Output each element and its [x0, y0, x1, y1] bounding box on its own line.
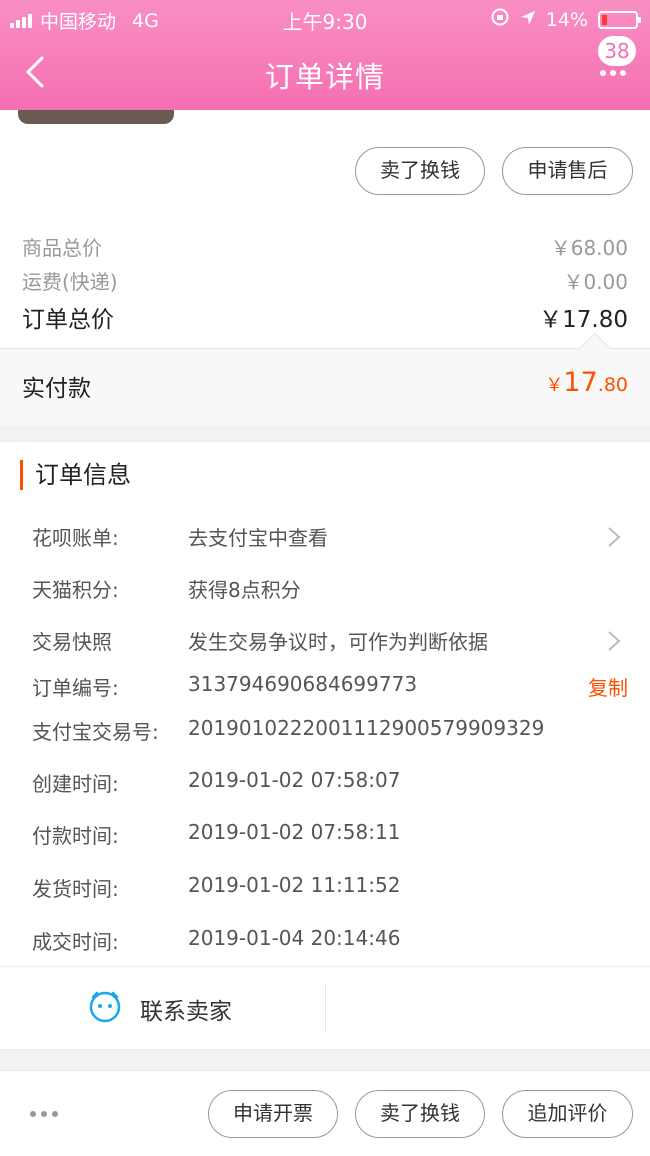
more-actions-icon[interactable] — [30, 1111, 58, 1117]
contact-seller-button[interactable]: 联系卖家 — [140, 992, 232, 1026]
info-value: 2019-01-02 07:58:11 — [188, 820, 401, 844]
info-value: 去支付宝中查看 — [188, 526, 328, 550]
shipping-row: 运费(快递) ￥0.00 — [22, 266, 628, 295]
info-value: 2019-01-02 11:11:52 — [188, 873, 401, 897]
deal-time-row: 成交时间: 2019-01-04 20:14:46 — [32, 926, 628, 956]
more-menu-button[interactable]: 38 — [596, 36, 636, 86]
info-key: 交易快照 — [32, 630, 112, 654]
chat-face-icon — [89, 991, 121, 1023]
order-total-row: 订单总价 ￥17.80 — [22, 300, 628, 334]
info-value: 2019-01-02 07:58:07 — [188, 768, 401, 792]
paid-time-row: 付款时间: 2019-01-02 07:58:11 — [32, 820, 628, 850]
info-key: 花呗账单: — [32, 526, 119, 550]
sell-for-cash-button[interactable]: 卖了换钱 — [355, 147, 485, 195]
copy-button[interactable]: 复制 — [588, 672, 628, 701]
order-number-row: 订单编号: 313794690684699773 复制 — [32, 672, 628, 702]
info-key: 发货时间: — [32, 877, 119, 901]
info-key: 付款时间: — [32, 824, 119, 848]
battery-text: 14% — [545, 8, 588, 31]
created-time-row: 创建时间: 2019-01-02 07:58:07 — [32, 768, 628, 798]
chevron-right-icon — [608, 527, 621, 547]
goods-total-row: 商品总价 ￥68.00 — [22, 232, 628, 261]
after-sale-button[interactable]: 申请售后 — [502, 147, 633, 195]
more-dots-icon — [600, 70, 626, 76]
battery-icon — [598, 10, 641, 29]
info-value: 2019-01-04 20:14:46 — [188, 926, 401, 950]
paid-amount: ￥17.80 — [545, 367, 628, 398]
add-review-button[interactable]: 追加评价 — [502, 1090, 633, 1138]
info-key: 成交时间: — [32, 930, 119, 954]
product-thumbnail[interactable] — [18, 110, 174, 124]
section-divider — [0, 1050, 650, 1070]
goods-total-value: ￥68.00 — [550, 236, 628, 260]
info-value: 发生交易争议时，可作为判断依据 — [188, 630, 488, 654]
shipping-label: 运费(快递) — [22, 270, 118, 294]
chevron-right-icon — [608, 631, 621, 651]
info-key: 天猫积分: — [32, 578, 119, 602]
info-value: 获得8点积分 — [188, 578, 301, 602]
order-total-value: ￥17.80 — [539, 307, 628, 333]
paid-amount-block: 实付款 ￥17.80 — [0, 332, 650, 426]
paid-label: 实付款 — [22, 376, 91, 402]
info-key: 订单编号: — [32, 676, 119, 700]
caret-decoration — [579, 332, 611, 364]
info-key: 支付宝交易号: — [32, 720, 159, 744]
alipay-trade-no-row: 支付宝交易号: 2019010222001112900579909329 — [32, 716, 628, 746]
shipping-value: ￥0.00 — [563, 270, 628, 294]
order-number-value: 313794690684699773 — [188, 672, 418, 696]
location-icon — [520, 9, 536, 31]
message-count-badge: 38 — [598, 36, 636, 66]
order-total-label: 订单总价 — [22, 307, 114, 333]
huabei-bill-row[interactable]: 花呗账单: 去支付宝中查看 — [32, 522, 628, 552]
apply-invoice-button[interactable]: 申请开票 — [208, 1090, 338, 1138]
tmall-points-row: 天猫积分: 获得8点积分 — [32, 574, 628, 604]
contact-divider — [325, 983, 326, 1033]
bottom-action-bar: 申请开票 卖了换钱 追加评价 — [0, 1070, 650, 1156]
paid-currency: ￥ — [545, 375, 564, 396]
section-divider — [0, 426, 650, 442]
shipped-time-row: 发货时间: 2019-01-02 11:11:52 — [32, 873, 628, 903]
status-bar: 中国移动 4G 上午9:30 14% — [0, 0, 650, 38]
sell-for-cash-button-bottom[interactable]: 卖了换钱 — [355, 1090, 485, 1138]
paid-decimal: .80 — [597, 374, 628, 396]
page-title: 订单详情 — [264, 60, 385, 94]
status-right: 14% — [490, 7, 641, 32]
order-info-title: 订单信息 — [20, 460, 131, 490]
info-key: 创建时间: — [32, 772, 119, 796]
trade-snapshot-row[interactable]: 交易快照 发生交易争议时，可作为判断依据 — [32, 626, 628, 656]
info-value: 2019010222001112900579909329 — [188, 716, 545, 740]
goods-total-label: 商品总价 — [22, 236, 102, 260]
paid-integer: 17 — [563, 367, 598, 398]
header-bar: 中国移动 4G 上午9:30 14% 订单详情 38 — [0, 0, 650, 110]
contact-block: 联系卖家 — [0, 966, 650, 1050]
rotation-lock-icon — [490, 7, 510, 32]
